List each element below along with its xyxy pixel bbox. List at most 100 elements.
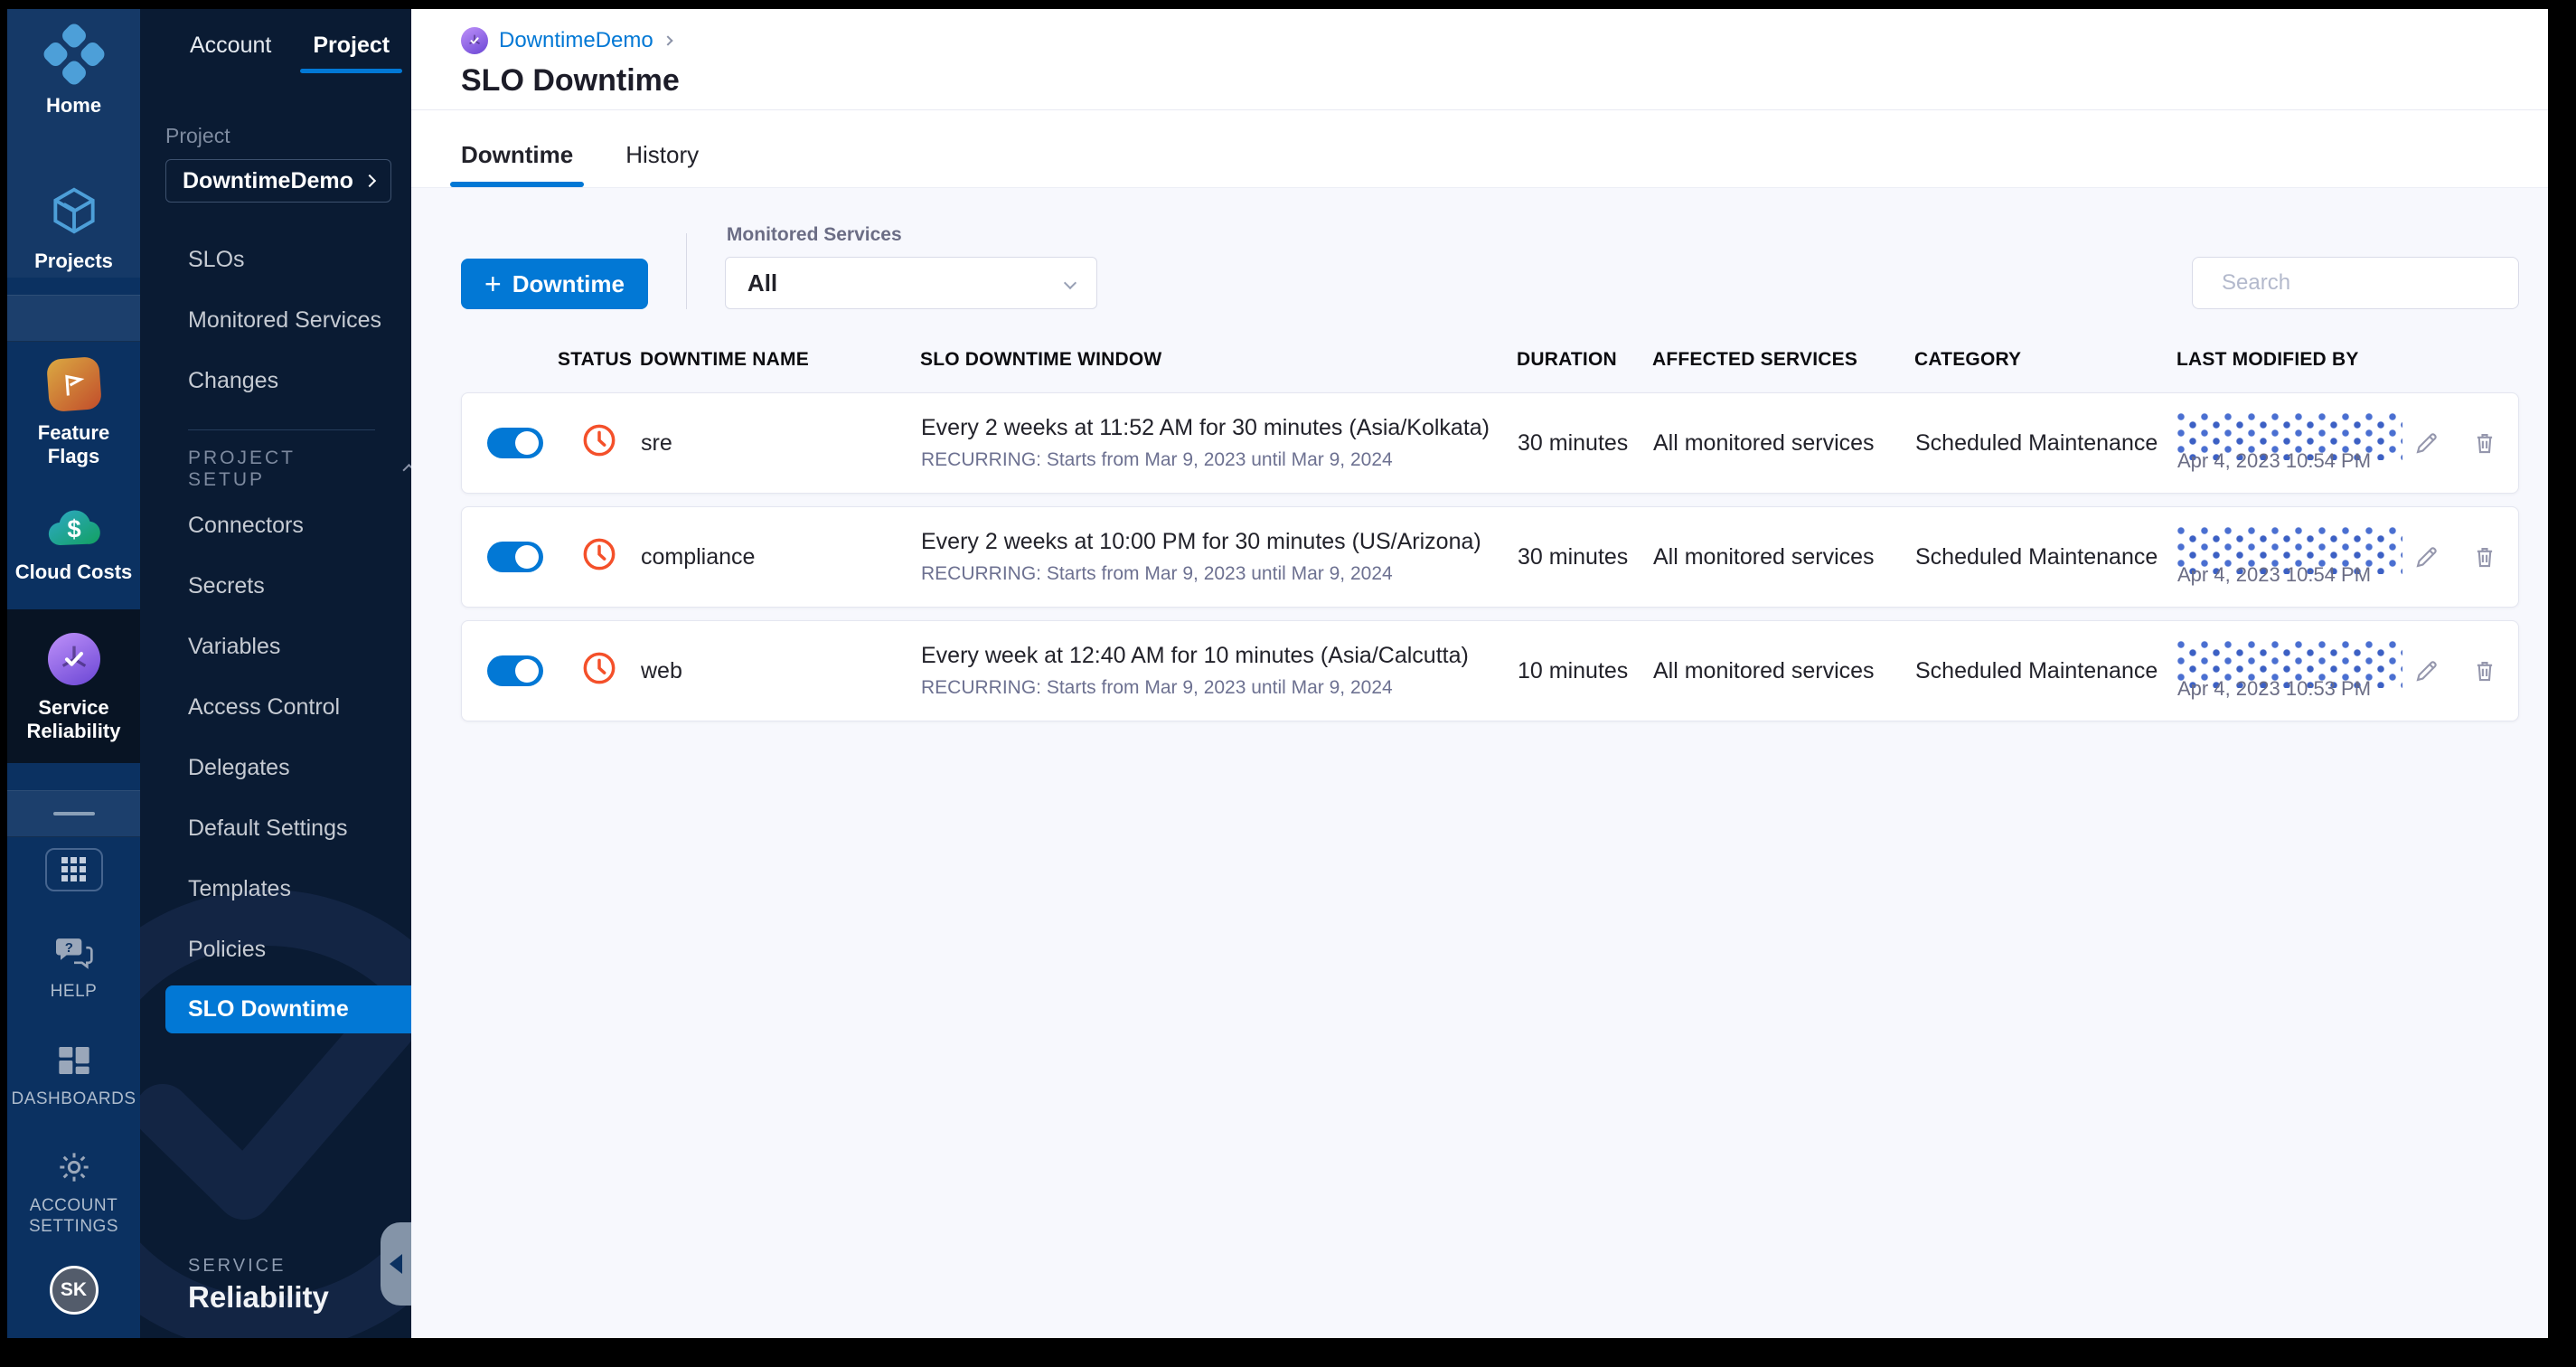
footer-service-label: SERVICE [188,1256,287,1276]
sidebar-item-connectors[interactable]: Connectors [188,495,411,556]
sidebar-item-default-settings[interactable]: Default Settings [188,798,411,859]
row-actions [2413,429,2498,457]
sidebar-links: SLOs Monitored Services Changes [140,230,411,411]
downtime-duration: 10 minutes [1518,657,1629,684]
module-feature-flags-label: Feature Flags [37,420,110,467]
sidebar-item-monitored-services[interactable]: Monitored Services [188,290,411,351]
scope-tabs: Account Project [140,9,411,73]
sidebar-item-access-control[interactable]: Access Control [188,677,411,738]
tab-account[interactable]: Account [190,33,271,73]
sidebar-item-delegates[interactable]: Delegates [188,738,411,798]
module-cloud-costs-label: Cloud Costs [14,560,133,583]
svg-text:$: $ [67,514,80,542]
module-nav: Home Projects Feature Flags $ Cloud Cost… [7,9,140,1338]
table-row[interactable]: sre Every 2 weeks at 11:52 AM for 30 min… [461,392,2519,494]
module-projects[interactable]: Projects [7,170,140,286]
sidebar-item-slos[interactable]: SLOs [188,230,411,290]
page-tabs: Downtime History [411,110,2548,188]
monitored-services-filter: Monitored Services All [724,224,1097,309]
page-title: SLO Downtime [461,63,680,98]
sidebar-item-secrets[interactable]: Secrets [188,556,411,617]
last-modified-timestamp: Apr 4, 2023 10:53 PM [2177,677,2372,700]
app-window: Home Projects Feature Flags $ Cloud Cost… [7,9,2548,1338]
table-header: STATUS DOWNTIME NAME SLO DOWNTIME WINDOW… [461,349,2519,371]
downtime-enabled-toggle[interactable] [487,542,543,572]
affected-services: All monitored services [1653,657,1875,684]
downtime-enabled-toggle[interactable] [487,428,543,458]
table-row[interactable]: web Every week at 12:40 AM for 10 minute… [461,620,2519,721]
divider-band[interactable] [7,789,140,837]
search-box [2192,257,2519,309]
edit-button[interactable] [2413,543,2440,570]
project-setup-header[interactable]: PROJECT SETUP [188,443,411,495]
last-modified-timestamp: Apr 4, 2023 10:54 PM [2177,449,2372,472]
plus-icon: + [484,268,502,300]
table-row[interactable]: compliance Every 2 weeks at 10:00 PM for… [461,506,2519,608]
content-area: + Downtime Monitored Services All Search… [411,188,2548,734]
toolbar-divider [685,233,687,309]
breadcrumb-project-link[interactable]: DowntimeDemo [499,28,653,53]
page-header: DowntimeDemo SLO Downtime [411,9,2548,110]
module-feature-flags[interactable]: Feature Flags [7,345,140,481]
sidebar-item-templates[interactable]: Templates [188,859,411,919]
module-home[interactable]: Home [7,9,140,130]
edit-button[interactable] [2413,429,2440,457]
tab-project[interactable]: Project [300,33,402,73]
delete-button[interactable] [2471,657,2498,684]
dashboards-icon [58,1046,89,1074]
sidebar-collapse-handle[interactable] [381,1222,411,1306]
project-breadcrumb-icon [461,27,488,54]
clock-icon [583,424,616,456]
project-selector[interactable]: DowntimeDemo [165,159,391,203]
col-category: CATEGORY [1914,349,2022,370]
help-chat-icon: ? [55,938,93,970]
module-grid-button[interactable] [44,847,103,891]
delete-button[interactable] [2471,543,2498,570]
projects-cube-icon [52,187,95,234]
sidebar-item-slo-downtime[interactable]: SLO Downtime [165,985,411,1033]
add-downtime-button[interactable]: + Downtime [461,259,648,309]
monitored-services-dropdown[interactable]: All [724,257,1097,309]
svg-text:?: ? [64,940,72,956]
toolbar: + Downtime Monitored Services All [461,224,2519,309]
nav-help[interactable]: ? HELP [7,922,140,1014]
clock-icon [583,652,616,684]
user-avatar[interactable]: SK [49,1266,99,1315]
sidebar-item-changes[interactable]: Changes [188,351,411,411]
chevron-right-icon [362,174,377,188]
affected-services: All monitored services [1653,543,1875,570]
edit-button[interactable] [2413,657,2440,684]
sidebar-item-variables[interactable]: Variables [188,617,411,677]
downtime-name: compliance [641,543,756,570]
downtime-category: Scheduled Maintenance [1915,657,2158,684]
downtime-recurrence: RECURRING: Starts from Mar 9, 2023 until… [921,449,1393,470]
delete-button[interactable] [2471,429,2498,457]
tab-downtime[interactable]: Downtime [449,141,585,187]
affected-services: All monitored services [1653,429,1875,456]
scroll-up-band[interactable] [7,294,140,342]
project-selector-label: Project [165,124,230,147]
drag-handle-icon [52,811,95,815]
module-service-reliability[interactable]: Service Reliability [7,608,140,763]
tab-history[interactable]: History [625,141,699,187]
downtime-duration: 30 minutes [1518,543,1629,570]
module-projects-label: Projects [34,249,113,272]
chevron-right-icon [663,35,673,46]
module-cloud-costs[interactable]: $ Cloud Costs [7,492,140,597]
sidebar-footer: SERVICE Reliability [188,1256,329,1315]
add-downtime-label: Downtime [512,269,625,297]
sidebar-item-policies[interactable]: Policies [188,919,411,980]
feature-flags-icon [45,355,102,412]
search-input[interactable] [2222,270,2502,296]
chevron-down-icon [1063,276,1076,290]
downtime-enabled-toggle[interactable] [487,655,543,686]
downtime-duration: 30 minutes [1518,429,1629,456]
col-downtime-name: DOWNTIME NAME [640,349,809,370]
nav-dashboards[interactable]: DASHBOARDS [7,1030,140,1122]
downtime-category: Scheduled Maintenance [1915,543,2158,570]
nav-account-settings-label: ACCOUNT SETTINGS [28,1196,118,1236]
downtime-recurrence: RECURRING: Starts from Mar 9, 2023 until… [921,677,1393,698]
nav-account-settings[interactable]: ACCOUNT SETTINGS [7,1136,140,1249]
downtime-recurrence: RECURRING: Starts from Mar 9, 2023 until… [921,563,1393,584]
grid-icon [61,857,86,882]
